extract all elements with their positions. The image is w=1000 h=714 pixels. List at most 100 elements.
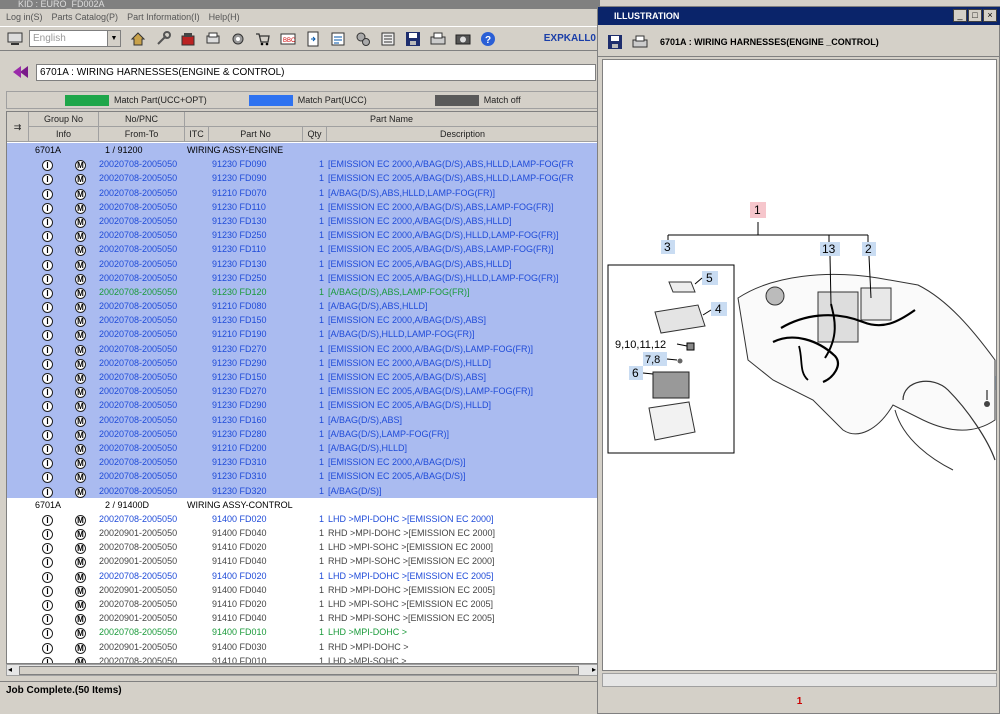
home-icon[interactable] [127, 28, 149, 50]
info-icon[interactable]: I [42, 188, 53, 200]
info-icon[interactable]: I [42, 614, 53, 626]
table-row[interactable]: I M 20020708-2005050 91230 FD250 1 [EMISSION … [7, 270, 597, 285]
part-no-cell[interactable]: 91230 FD150 [212, 313, 267, 327]
model-icon[interactable]: M [75, 557, 86, 569]
callout-5[interactable]: 5 [702, 271, 718, 285]
callout-3[interactable]: 3 [661, 240, 675, 254]
part-no-cell[interactable]: 91410 FD020 [212, 597, 267, 611]
part-no-cell[interactable]: 91230 FD110 [212, 242, 266, 256]
part-no-cell[interactable]: 91230 FD130 [212, 257, 267, 271]
help-icon[interactable]: ? [477, 28, 499, 50]
menu-help[interactable]: Help(H) [209, 9, 240, 25]
part-no-cell[interactable]: 91230 FD250 [212, 271, 267, 285]
info-icon[interactable]: I [42, 628, 53, 640]
table-row[interactable]: I M 20020708-2005050 91230 FD090 1 [EMISSION … [7, 171, 597, 186]
bbc-icon[interactable]: BBC [277, 28, 299, 50]
wiring-diagram[interactable]: 1 3 13 2 5 4 9,10,11,12 7,8 6 14 [603, 60, 997, 671]
part-no-cell[interactable]: 91230 FD290 [212, 398, 267, 412]
table-row[interactable]: I M 20020708-2005050 91230 FD320 1 [A/BAG(D/S… [7, 483, 597, 498]
tools-icon[interactable] [152, 28, 174, 50]
scroll-left-icon[interactable]: ◂ [8, 665, 12, 674]
part-no-cell[interactable]: 91410 FD020 [212, 540, 267, 554]
table-row[interactable]: I M 20020708-2005050 91400 FD020 1 LHD >MPI-D… [7, 569, 597, 583]
info-icon[interactable]: I [42, 273, 53, 285]
table-row[interactable]: I M 20020708-2005050 91400 FD020 1 LHD >MPI-D… [7, 512, 597, 526]
model-icon[interactable]: M [75, 373, 86, 384]
info-icon[interactable]: I [42, 443, 53, 455]
part-no-cell[interactable]: 91230 FD110 [212, 200, 266, 214]
table-row[interactable]: I M 20020901-2005050 91410 FD040 1 RHD >MPI-S… [7, 554, 597, 569]
callout-4[interactable]: 4 [711, 302, 727, 316]
maximize-button[interactable]: □ [968, 9, 982, 22]
part-no-cell[interactable]: 91400 FD010 [212, 625, 267, 639]
info-icon[interactable]: I [42, 401, 53, 413]
table-row[interactable]: I M 20020708-2005050 91400 FD010 1 LHD >MPI-D… [7, 625, 597, 640]
part-no-cell[interactable]: 91410 FD040 [212, 611, 267, 625]
model-icon[interactable]: M [75, 472, 86, 484]
info-icon[interactable]: I [42, 174, 53, 186]
info-icon[interactable]: I [42, 415, 53, 427]
model-icon[interactable]: M [75, 287, 86, 299]
part-no-cell[interactable]: 91410 FD040 [212, 554, 267, 568]
table-row[interactable]: I M 20020708-2005050 91230 FD130 1 [EMISSION … [7, 256, 597, 271]
report-icon[interactable] [327, 28, 349, 50]
model-icon[interactable]: M [75, 429, 86, 441]
model-icon[interactable]: M [75, 245, 86, 257]
document-export-icon[interactable] [302, 28, 324, 50]
table-row[interactable]: I M 20020708-2005050 91230 FD120 1 [A/BAG(D/S… [7, 284, 597, 300]
header-from-to[interactable]: From-To [99, 127, 185, 142]
info-icon[interactable]: I [42, 514, 53, 526]
table-row[interactable]: I M 20020708-2005050 91230 FD280 1 [A/BAG(D/S… [7, 426, 597, 441]
model-icon[interactable]: M [75, 316, 86, 328]
part-no-cell[interactable]: 91230 FD310 [212, 455, 267, 469]
info-icon[interactable]: I [42, 486, 53, 498]
table-row[interactable]: I M 20020708-2005050 91210 FD070 1 [A/BAG(D/S… [7, 185, 597, 200]
info-icon[interactable]: I [42, 472, 53, 484]
header-info[interactable]: Info [29, 127, 99, 142]
model-icon[interactable]: M [75, 628, 86, 640]
model-icon[interactable]: M [75, 216, 86, 228]
info-icon[interactable]: I [42, 231, 53, 243]
list-icon[interactable] [377, 28, 399, 50]
part-no-cell[interactable]: 91400 FD040 [212, 583, 267, 597]
callout-6[interactable]: 6 [629, 366, 643, 380]
table-row[interactable]: I M 20020708-2005050 91210 FD190 1 [A/BAG(D/S… [7, 327, 597, 342]
minimize-button[interactable]: _ [953, 9, 967, 22]
model-icon[interactable]: M [75, 344, 86, 356]
model-icon[interactable]: M [75, 543, 86, 555]
model-icon[interactable]: M [75, 486, 86, 498]
model-icon[interactable]: M [75, 401, 86, 413]
save-icon[interactable] [402, 28, 424, 50]
header-group-no[interactable]: Group No [29, 112, 99, 127]
chevron-down-icon[interactable]: ▼ [107, 31, 120, 46]
info-icon[interactable]: I [42, 373, 53, 384]
model-icon[interactable]: M [75, 174, 86, 186]
menu-parts-catalog[interactable]: Parts Catalog(P) [52, 9, 119, 25]
scroll-right-icon[interactable]: ▸ [592, 665, 596, 674]
menu-login[interactable]: Log in(S) [6, 9, 43, 25]
language-select[interactable]: English ▼ [29, 30, 121, 47]
part-no-cell[interactable]: 91230 FD090 [212, 171, 267, 185]
illustration-scrollbar[interactable] [602, 673, 997, 687]
info-icon[interactable]: I [42, 302, 53, 314]
table-row[interactable]: I M 20020708-2005050 91230 FD110 1 [EMISSION … [7, 242, 597, 257]
table-row[interactable]: I M 20020708-2005050 91410 FD010 1 LHD >MPI-S… [7, 654, 597, 663]
horizontal-scrollbar[interactable]: ◂ ▸ [6, 664, 598, 676]
part-no-cell[interactable]: 91230 FD280 [212, 427, 267, 441]
part-no-cell[interactable]: 91230 FD270 [212, 342, 267, 356]
callout-9-12[interactable]: 9,10,11,12 [613, 337, 677, 351]
computer-icon[interactable] [4, 28, 26, 50]
table-row[interactable]: I M 20020708-2005050 91210 FD200 1 [A/BAG(D/S… [7, 440, 597, 456]
info-icon[interactable]: I [42, 202, 53, 214]
part-no-cell[interactable]: 91230 FD320 [212, 484, 267, 498]
header-qty[interactable]: Qty [303, 127, 327, 142]
engine-icon[interactable] [227, 28, 249, 50]
info-icon[interactable]: I [42, 160, 53, 172]
table-row[interactable]: I M 20020708-2005050 91230 FD110 1 [EMISSION … [7, 199, 597, 214]
header-no-pnc[interactable]: No/PNC [99, 112, 185, 127]
part-no-cell[interactable]: 91230 FD310 [212, 469, 267, 483]
table-row[interactable]: I M 20020901-2005050 91410 FD040 1 RHD >MPI-S… [7, 611, 597, 626]
column-chooser-icon[interactable]: ⇉ [7, 112, 29, 142]
table-row[interactable]: I M 20020708-2005050 91230 FD250 1 [EMISSION … [7, 228, 597, 243]
header-description[interactable]: Description [327, 127, 597, 142]
